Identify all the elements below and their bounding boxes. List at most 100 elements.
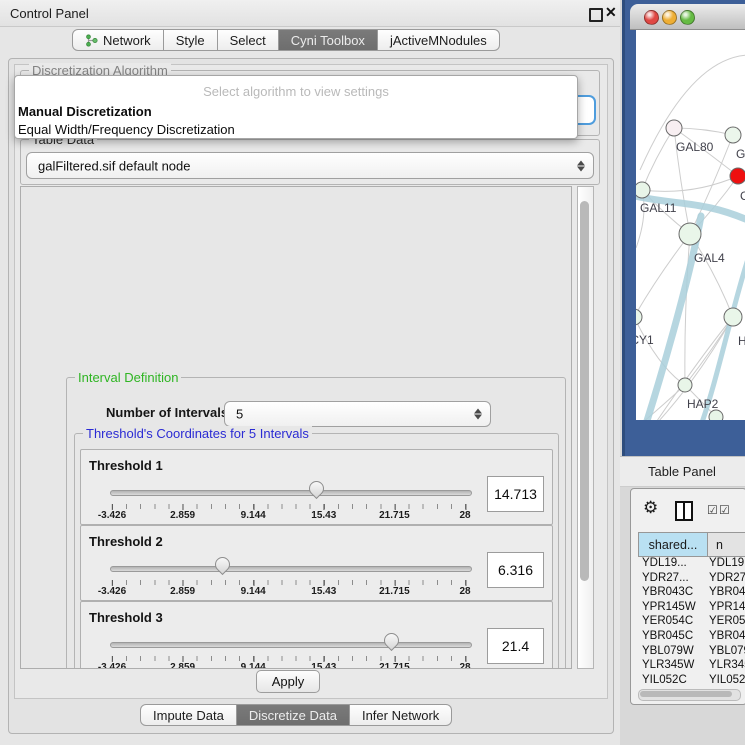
slider-track[interactable] (110, 642, 472, 648)
tab-infer-network[interactable]: Infer Network (350, 704, 452, 726)
column-header-shared-name[interactable]: shared... (638, 532, 708, 557)
tick-label: 2.859 (170, 662, 195, 669)
threshold-value-field[interactable]: 14.713 (487, 476, 544, 512)
network-node-label: GAL11 (640, 201, 677, 215)
tab-network[interactable]: Network (72, 29, 164, 51)
tab-label: jActiveMNodules (390, 33, 487, 48)
threshold-value-field[interactable]: 21.4 (487, 628, 544, 664)
tick-label: 28 (459, 510, 470, 521)
threshold-panel: Threshold 1 -3.4262.8599.14415.4321.7152… (80, 449, 553, 525)
network-node-label: GA (736, 147, 745, 161)
tab-select[interactable]: Select (218, 29, 279, 51)
table-panel-titlebar: Table Panel (620, 456, 745, 487)
tab-label: Network (103, 33, 151, 48)
tick-label: 15.43 (311, 662, 336, 669)
tick-label: 2.859 (170, 586, 195, 597)
network-node[interactable] (725, 127, 741, 143)
tick-label: -3.426 (98, 662, 126, 669)
slider-track[interactable] (110, 566, 472, 572)
number-of-intervals-combo[interactable]: 5 (224, 401, 491, 427)
close-traffic-light[interactable] (644, 10, 659, 25)
table-hscrollbar-thumb[interactable] (640, 691, 732, 697)
tab-cyni-toolbox[interactable]: Cyni Toolbox (279, 29, 378, 51)
table-data-combo[interactable]: galFiltered.sif default node (26, 152, 594, 179)
control-panel-titlebar: Control Panel ✕ (0, 0, 620, 27)
tick-label: 21.715 (379, 586, 410, 597)
threshold-label: Threshold 2 (89, 534, 163, 549)
network-node-label: HAP2 (687, 397, 719, 411)
tab-impute-data[interactable]: Impute Data (140, 704, 237, 726)
network-icon (85, 34, 98, 47)
network-node[interactable] (636, 309, 642, 325)
network-node[interactable] (679, 223, 701, 245)
tick-label: 21.715 (379, 510, 410, 521)
table-row[interactable]: YBR045C YBR045C (638, 630, 745, 645)
tab-bar: Network Style Select Cyni Toolbox jActiv… (72, 29, 500, 51)
column-header-name[interactable]: n (707, 532, 745, 557)
table-row[interactable]: YPR145W YPR145W (638, 601, 745, 616)
stepper-arrows-icon (474, 409, 482, 420)
table-row[interactable]: YIL052C YIL052C (638, 674, 745, 688)
stepper-arrows-icon (577, 160, 585, 171)
algorithm-dropdown-popup: Select algorithm to view settings Manual… (14, 75, 578, 139)
network-node[interactable] (678, 378, 692, 392)
interval-definition-group-label: Interval Definition (75, 370, 181, 385)
slider-tick-labels: -3.4262.8599.14415.4321.71528 (81, 584, 552, 597)
table-row[interactable]: YDL19... YDL19 (638, 557, 745, 572)
network-node[interactable] (709, 410, 723, 420)
table-row[interactable]: YBR043C YBR043C (638, 586, 745, 601)
application-root: Control Panel ✕ Network Style Select Cyn… (0, 0, 745, 745)
tick-label: 15.43 (311, 510, 336, 521)
network-node-label: C (740, 189, 745, 203)
table-panel-title: Table Panel (648, 464, 716, 479)
minimize-traffic-light[interactable] (662, 10, 677, 25)
close-icon[interactable]: ✕ (605, 4, 617, 21)
table-row[interactable]: YER054C YER054C (638, 615, 745, 630)
table-row[interactable]: YLR345W YLR345W (638, 659, 745, 674)
threshold-label: Threshold 1 (89, 458, 163, 473)
checkbox-icon[interactable]: ☑ (719, 503, 730, 517)
tab-discretize-data[interactable]: Discretize Data (237, 704, 350, 726)
apply-button[interactable]: Apply (256, 670, 320, 693)
network-node[interactable] (636, 182, 650, 198)
algorithm-popup-hint: Select algorithm to view settings (15, 84, 577, 99)
table-row[interactable]: YDR27... YDR27 (638, 572, 745, 587)
table-panel: ⚙ ☑ ☑ shared... n YDL19... YDL19 YDR27..… (630, 488, 745, 705)
algorithm-option[interactable]: Manual Discretization (18, 104, 152, 119)
table-rows: YDL19... YDL19 YDR27... YDR27 YBR043C YB… (638, 557, 745, 688)
threshold-label: Threshold 3 (89, 610, 163, 625)
float-window-icon[interactable] (589, 8, 603, 22)
tab-label: Select (230, 33, 266, 48)
tick-label: 28 (459, 586, 470, 597)
tab-style[interactable]: Style (164, 29, 218, 51)
zoom-traffic-light[interactable] (680, 10, 695, 25)
network-node[interactable] (730, 168, 745, 184)
checkbox-icon[interactable]: ☑ (707, 503, 718, 517)
algorithm-option[interactable]: Equal Width/Frequency Discretization (18, 122, 235, 137)
tick-label: 15.43 (311, 586, 336, 597)
tab-label: Cyni Toolbox (291, 33, 365, 48)
split-columns-icon[interactable] (675, 501, 693, 521)
network-canvas[interactable]: GAL80GACGAL11GAL4GCY1HHAP2 (636, 30, 745, 420)
network-node[interactable] (724, 308, 742, 326)
tab-label: Impute Data (153, 708, 224, 723)
tick-label: 21.715 (379, 662, 410, 669)
tick-label: 9.144 (241, 586, 266, 597)
tick-label: 9.144 (241, 662, 266, 669)
table-horizontal-scrollbar[interactable] (638, 689, 741, 701)
tab-jactivemnodules[interactable]: jActiveMNodules (378, 29, 500, 51)
thresholds-group-label: Threshold's Coordinates for 5 Intervals (83, 426, 312, 441)
tab-label: Discretize Data (249, 708, 337, 723)
table-row[interactable]: YBL079W YBL079W (638, 645, 745, 660)
network-window-titlebar[interactable] (630, 4, 745, 30)
network-canvas-svg: GAL80GACGAL11GAL4GCY1HHAP2 (636, 30, 745, 420)
gear-icon[interactable]: ⚙ (643, 498, 658, 518)
settings-viewport: Interval Definition Number of Intervals … (20, 186, 572, 669)
number-of-intervals-value: 5 (236, 407, 243, 422)
network-node[interactable] (666, 120, 682, 136)
network-node-label: GAL4 (694, 251, 725, 265)
settings-scrollbar[interactable] (577, 186, 594, 669)
settings-scrollbar-thumb[interactable] (580, 201, 589, 581)
slider-track[interactable] (110, 490, 472, 496)
threshold-value-field[interactable]: 6.316 (487, 552, 544, 588)
